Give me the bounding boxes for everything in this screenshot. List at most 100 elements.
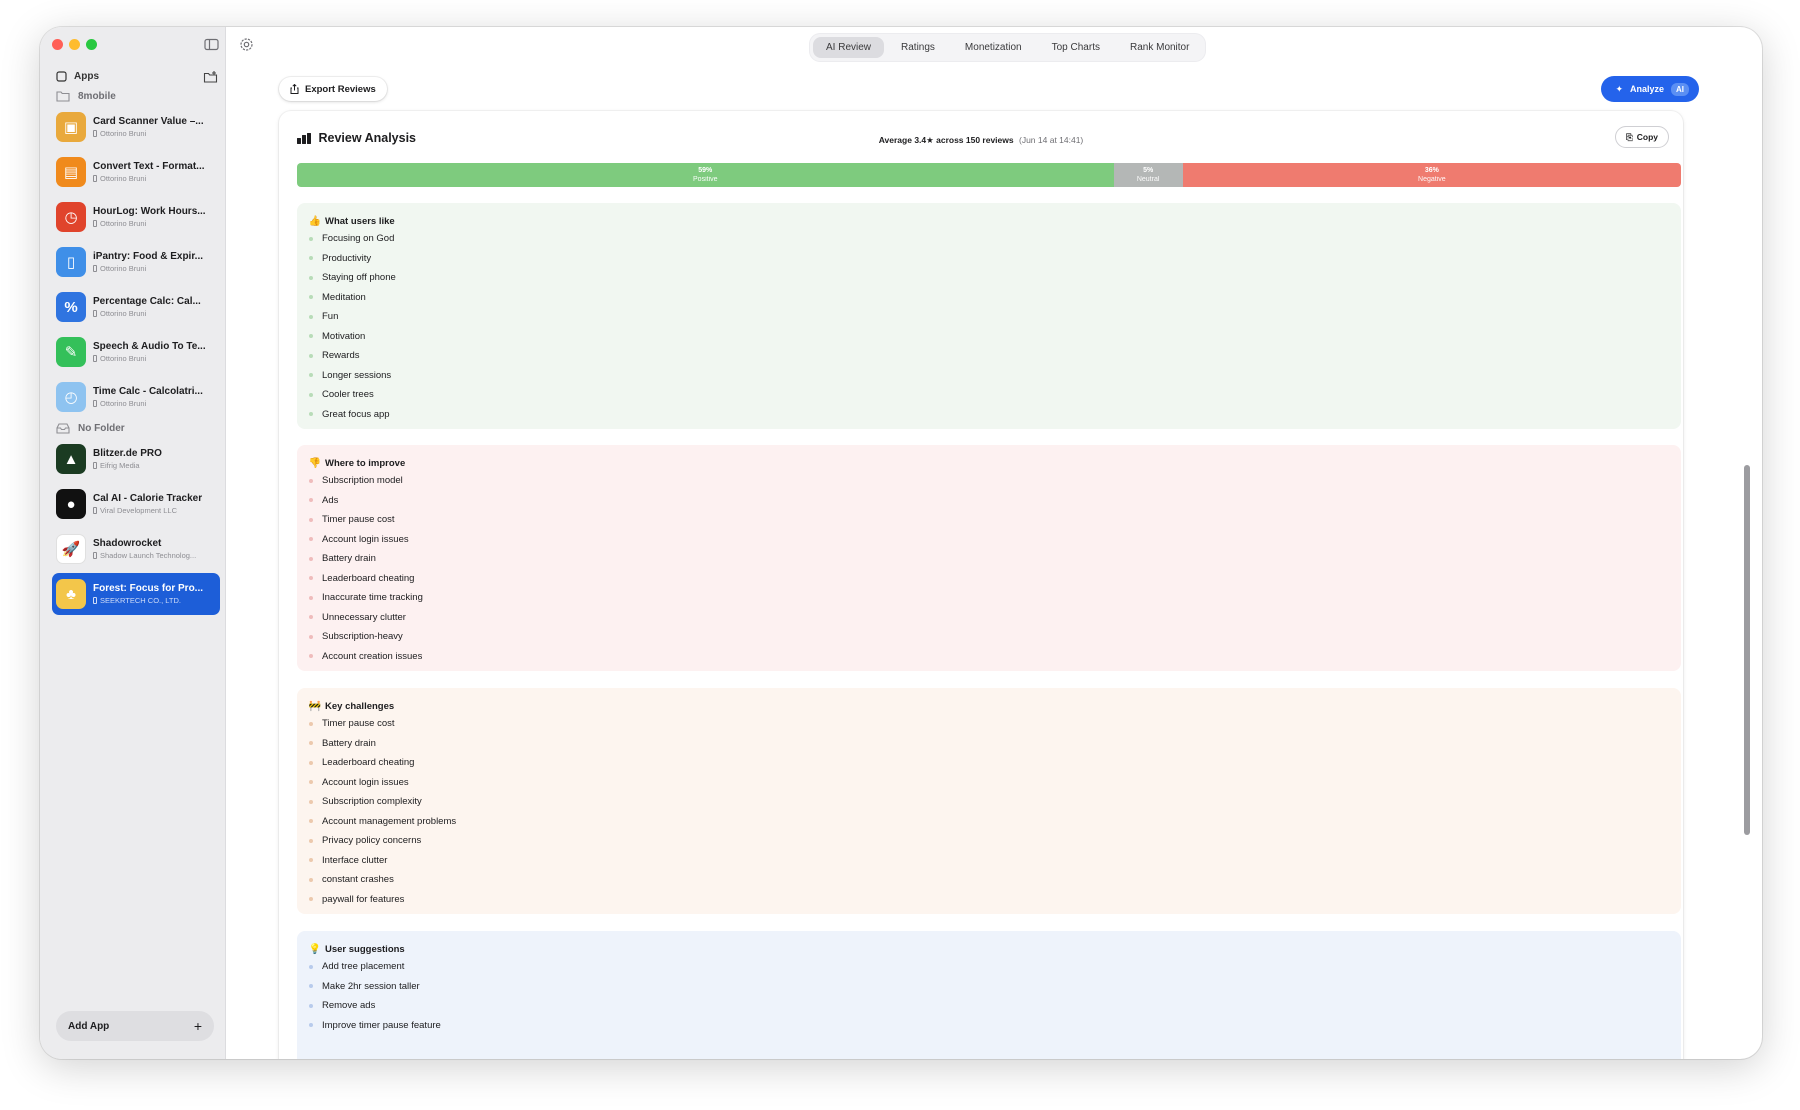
iphone-icon: [93, 220, 97, 227]
export-reviews-button[interactable]: Export Reviews: [279, 77, 387, 101]
analyze-button[interactable]: ✦ Analyze AI: [1601, 76, 1699, 102]
copy-button[interactable]: ⎘ Copy: [1614, 126, 1669, 148]
app-icon: ▣: [56, 112, 86, 142]
list-item-text: Productivity: [322, 252, 372, 264]
list-item: Subscription-heavy: [309, 627, 1671, 647]
bullet-icon: [309, 595, 313, 600]
list-item: Improve timer pause feature: [309, 1016, 1671, 1036]
bullet-icon: [309, 838, 313, 843]
minimize-window-button[interactable]: [69, 39, 80, 50]
tab-top-charts[interactable]: Top Charts: [1039, 37, 1113, 58]
sidebar-app-item[interactable]: % Percentage Calc: Cal... Ottorino Bruni: [52, 286, 220, 328]
developer-name: Eifrig Media: [100, 461, 140, 470]
section-title: Key challenges: [325, 700, 395, 712]
window-controls: [52, 39, 97, 50]
sidebar-app-item[interactable]: 🚀 Shadowrocket Shadow Launch Technolog...: [52, 528, 220, 570]
list-item-text: Rewards: [322, 350, 360, 362]
zoom-window-button[interactable]: [86, 39, 97, 50]
list-item: Staying off phone: [309, 268, 1671, 288]
bullet-icon: [309, 615, 313, 620]
list-item-text: Make 2hr session taller: [322, 980, 420, 992]
close-window-button[interactable]: [52, 39, 63, 50]
list-item-text: paywall for features: [322, 893, 405, 905]
sidebar-app-item[interactable]: ♣ Forest: Focus for Pro... SEEKRTECH CO., …: [52, 573, 220, 615]
list-item-text: Account login issues: [322, 533, 409, 545]
list-item: Battery drain: [309, 549, 1671, 569]
sidebar-app-item[interactable]: ✎ Speech & Audio To Te... Ottorino Bruni: [52, 331, 220, 373]
gear-icon[interactable]: [238, 36, 255, 53]
iphone-icon: [93, 552, 97, 559]
bullet-icon: [309, 741, 313, 746]
sidebar: Apps 8mobile ▣ Card Scanner Value –... Ott…: [40, 27, 226, 1059]
iphone-icon: [93, 400, 97, 407]
list-item-text: Account creation issues: [322, 650, 423, 662]
bullet-icon: [309, 897, 313, 902]
section-emoji-icon: 👎: [308, 457, 322, 469]
bullet-icon: [309, 964, 313, 969]
list-item-text: Fun: [322, 311, 339, 323]
bullet-icon: [309, 517, 313, 522]
bullet-icon: [309, 556, 313, 561]
app-title: iPantry: Food & Expir...: [93, 251, 204, 262]
list-item: Account login issues: [309, 530, 1671, 550]
sentiment-label: Negative: [1418, 176, 1446, 183]
developer-name: Viral Development LLC: [100, 506, 177, 515]
section-user-suggestions: 💡 User suggestions Add tree placement Make …: [297, 931, 1681, 1059]
bullet-icon: [309, 295, 313, 300]
app-icon: 🚀: [56, 534, 86, 564]
app-title: Shadowrocket: [93, 538, 162, 549]
list-item-text: constant crashes: [322, 874, 394, 886]
app-title: Percentage Calc: Cal...: [93, 296, 201, 307]
bullet-icon: [309, 373, 313, 378]
scrollbar-thumb[interactable]: [1744, 465, 1750, 835]
developer-name: Ottorino Bruni: [100, 264, 147, 273]
app-developer: Shadow Launch Technolog...: [93, 551, 196, 560]
bullet-icon: [309, 576, 313, 581]
app-title: HourLog: Work Hours...: [93, 206, 206, 217]
section-emoji-icon: 🚧: [308, 700, 322, 712]
section-emoji-icon: 👍: [308, 215, 322, 227]
app-title: Time Calc - Calcolatri...: [93, 386, 203, 397]
app-title: Card Scanner Value –...: [93, 116, 204, 127]
folder-no-folder[interactable]: No Folder: [56, 422, 125, 434]
folder-name: No Folder: [78, 422, 125, 434]
list-item-text: Battery drain: [322, 553, 376, 565]
tab-monetization[interactable]: Monetization: [952, 37, 1035, 58]
bullet-icon: [309, 819, 313, 824]
list-item-text: Staying off phone: [322, 272, 396, 284]
bullet-icon: [309, 334, 313, 339]
app-developer: Ottorino Bruni: [93, 399, 203, 408]
section-title: Where to improve: [325, 457, 406, 469]
sentiment-segment-positive: 59% Positive: [297, 163, 1114, 187]
sidebar-app-item[interactable]: ▣ Card Scanner Value –... Ottorino Bruni: [52, 106, 220, 148]
list-item: Motivation: [309, 327, 1671, 347]
sidebar-app-item[interactable]: ◷ HourLog: Work Hours... Ottorino Bruni: [52, 196, 220, 238]
app-developer: SEEKRTECH CO., LTD.: [93, 596, 203, 605]
developer-name: Ottorino Bruni: [100, 354, 147, 363]
developer-name: Shadow Launch Technolog...: [100, 551, 197, 560]
tab-ratings[interactable]: Ratings: [888, 37, 948, 58]
sidebar-app-item[interactable]: ▤ Convert Text - Format... Ottorino Bruni: [52, 151, 220, 193]
sidebar-app-item[interactable]: ● Cal AI - Calorie Tracker Viral Developme…: [52, 483, 220, 525]
folder-8mobile[interactable]: 8mobile: [56, 90, 116, 102]
tab-ai-review[interactable]: AI Review: [813, 37, 885, 58]
app-developer: Ottorino Bruni: [93, 129, 204, 138]
sidebar-toggle-icon[interactable]: [203, 36, 220, 53]
iphone-icon: [93, 175, 97, 182]
list-item-text: Focusing on God: [322, 233, 395, 245]
bullet-icon: [309, 858, 313, 863]
list-item: Productivity: [309, 249, 1671, 269]
add-app-button[interactable]: Add App +: [56, 1011, 214, 1041]
list-item: Inaccurate time tracking: [309, 588, 1671, 608]
sidebar-app-item[interactable]: ▲ Blitzer.de PRO Eifrig Media: [52, 438, 220, 480]
list-item-text: Subscription model: [322, 475, 403, 487]
section-list: Subscription model Ads Timer pause cost Acc…: [309, 471, 1671, 666]
share-icon: [290, 84, 299, 94]
list-item-text: Great focus app: [322, 408, 390, 420]
tab-rank-monitor[interactable]: Rank Monitor: [1117, 37, 1202, 58]
sidebar-app-item[interactable]: ◴ Time Calc - Calcolatri... Ottorino Bruni: [52, 376, 220, 418]
list-item: Interface clutter: [309, 851, 1671, 871]
sidebar-app-item[interactable]: ▯ iPantry: Food & Expir... Ottorino Bruni: [52, 241, 220, 283]
bullet-icon: [309, 1003, 313, 1008]
add-folder-icon[interactable]: [203, 70, 218, 84]
